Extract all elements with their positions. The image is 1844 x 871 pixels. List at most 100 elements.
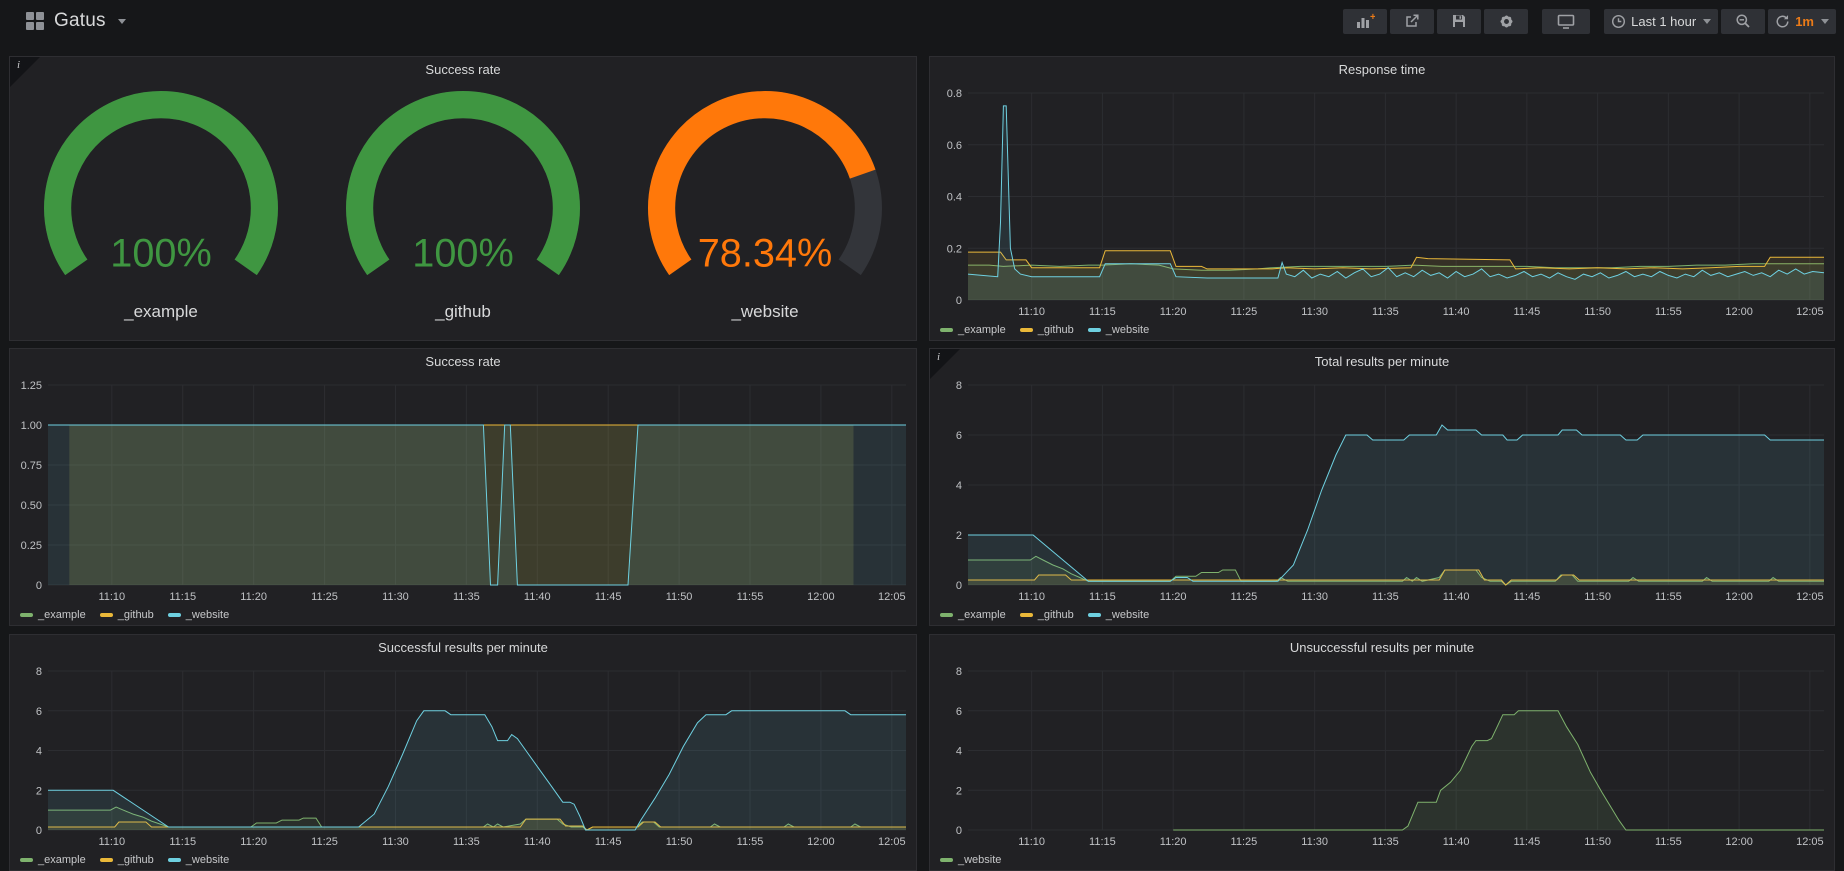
svg-text:11:20: 11:20: [1160, 591, 1187, 603]
svg-text:11:50: 11:50: [1584, 306, 1611, 318]
svg-text:8: 8: [956, 380, 962, 392]
svg-text:11:55: 11:55: [1655, 836, 1682, 848]
panel-response-time: Response time 00.20.40.60.811:1011:1511:…: [929, 56, 1835, 341]
svg-text:12:05: 12:05: [878, 836, 906, 848]
panel-title[interactable]: Unsuccessful results per minute: [930, 635, 1834, 661]
svg-text:0: 0: [36, 580, 42, 592]
svg-text:2: 2: [956, 785, 962, 797]
svg-text:12:00: 12:00: [807, 836, 835, 848]
chart-body: 0246811:1011:1511:2011:2511:3011:3511:40…: [10, 661, 916, 850]
dashboard-title[interactable]: Gatus: [54, 10, 106, 32]
svg-text:0.75: 0.75: [21, 460, 42, 472]
svg-text:2: 2: [956, 530, 962, 542]
svg-text:12:00: 12:00: [1725, 306, 1753, 318]
chart-unsuccessful-results-per-minute[interactable]: 0246811:1011:1511:2011:2511:3011:3511:40…: [930, 661, 1834, 850]
svg-text:11:35: 11:35: [1372, 591, 1399, 603]
gauge-arc: 78.34%: [624, 91, 906, 300]
svg-text:11:10: 11:10: [98, 591, 125, 603]
legend-label: _example: [958, 609, 1006, 621]
gauges-body: 100% _example 100%_github78.34%_website: [10, 83, 916, 340]
svg-text:12:00: 12:00: [1725, 836, 1753, 848]
svg-text:0: 0: [36, 825, 42, 837]
time-range-picker-button[interactable]: Last 1 hour: [1604, 9, 1718, 34]
dashboard-title-caret-icon[interactable]: [118, 19, 126, 24]
panel-title[interactable]: Successful results per minute: [10, 635, 916, 661]
svg-text:11:20: 11:20: [1160, 306, 1187, 318]
svg-text:11:15: 11:15: [169, 836, 196, 848]
svg-text:11:25: 11:25: [1231, 836, 1258, 848]
svg-text:11:10: 11:10: [1018, 306, 1045, 318]
gauge-label: _website: [731, 302, 798, 322]
refresh-caret-icon: [1821, 19, 1829, 24]
legend-item-_github[interactable]: _github: [1020, 324, 1074, 336]
chart-response-time[interactable]: 00.20.40.60.811:1011:1511:2011:2511:3011…: [930, 83, 1834, 320]
gauge-_github: 100%_github: [312, 83, 614, 340]
legend-item-_website[interactable]: _website: [1088, 324, 1149, 336]
legend-color-chip: [940, 613, 953, 617]
svg-text:11:50: 11:50: [1584, 836, 1611, 848]
svg-text:11:55: 11:55: [1655, 306, 1682, 318]
gauge-label: _example: [124, 302, 198, 322]
dashboard-settings-button[interactable]: [1484, 9, 1528, 34]
legend-item-_github[interactable]: _github: [1020, 609, 1074, 621]
legend-item-_github[interactable]: _github: [100, 854, 154, 866]
save-dashboard-button[interactable]: [1437, 9, 1481, 34]
chart-body: 00.20.40.60.811:1011:1511:2011:2511:3011…: [930, 83, 1834, 320]
time-range-caret-icon: [1703, 19, 1711, 24]
legend: _example _github _website: [930, 320, 1834, 340]
svg-text:11:45: 11:45: [595, 836, 622, 848]
chart-success-rate[interactable]: 00.250.500.751.001.2511:1011:1511:2011:2…: [10, 375, 916, 605]
legend-item-_example[interactable]: _example: [940, 324, 1006, 336]
svg-text:11:40: 11:40: [1443, 836, 1470, 848]
svg-text:11:15: 11:15: [1089, 591, 1116, 603]
panel-info-corner[interactable]: [930, 349, 960, 379]
legend-label: _website: [186, 609, 229, 621]
legend: _example _github _website: [10, 850, 916, 870]
zoom-out-time-range-button[interactable]: [1721, 9, 1765, 34]
panel-title[interactable]: Success rate: [10, 57, 916, 83]
svg-text:11:45: 11:45: [1514, 591, 1541, 603]
add-panel-button[interactable]: +: [1343, 9, 1387, 34]
legend-label: _github: [118, 609, 154, 621]
refresh-dashboard-button[interactable]: 1m: [1768, 9, 1836, 34]
gear-icon: [1498, 13, 1515, 30]
legend-item-_website[interactable]: _website: [168, 854, 229, 866]
series-_website: [968, 425, 1824, 585]
chart-total-results-per-minute[interactable]: 0246811:1011:1511:2011:2511:3011:3511:40…: [930, 375, 1834, 605]
svg-text:11:45: 11:45: [595, 591, 622, 603]
chart-body: 00.250.500.751.001.2511:1011:1511:2011:2…: [10, 375, 916, 605]
panel-success-rate-gauges: Success rate 100% _example 100%_github78.3…: [9, 56, 917, 341]
panel-unsuccessful-results: Unsuccessful results per minute 0246811:…: [929, 634, 1835, 871]
legend-item-_example[interactable]: _example: [20, 609, 86, 621]
legend-color-chip: [940, 328, 953, 332]
svg-text:6: 6: [956, 430, 962, 442]
panel-info-corner[interactable]: [10, 57, 40, 87]
svg-text:12:05: 12:05: [1796, 306, 1824, 318]
gauge-label: _github: [435, 302, 491, 322]
series-_website: [48, 711, 906, 830]
cycle-view-mode-button[interactable]: [1542, 9, 1590, 34]
legend-label: _website: [1106, 609, 1149, 621]
legend-item-_website[interactable]: _website: [1088, 609, 1149, 621]
svg-text:11:35: 11:35: [1372, 836, 1399, 848]
panel-title[interactable]: Total results per minute: [930, 349, 1834, 375]
legend-item-_github[interactable]: _github: [100, 609, 154, 621]
svg-text:8: 8: [956, 666, 962, 678]
svg-text:12:00: 12:00: [807, 591, 835, 603]
legend-item-_website[interactable]: _website: [940, 854, 1001, 866]
svg-text:1.00: 1.00: [21, 420, 42, 432]
legend-item-_example[interactable]: _example: [940, 609, 1006, 621]
svg-text:12:05: 12:05: [1796, 591, 1824, 603]
svg-text:11:25: 11:25: [1231, 306, 1258, 318]
svg-text:11:40: 11:40: [1443, 591, 1470, 603]
dashboards-grid-icon[interactable]: [26, 12, 44, 30]
panel-title[interactable]: Success rate: [10, 349, 916, 375]
gauge-value: 100%: [110, 232, 211, 276]
svg-text:11:10: 11:10: [1018, 836, 1045, 848]
series-_website: [48, 425, 906, 585]
chart-successful-results-per-minute[interactable]: 0246811:1011:1511:2011:2511:3011:3511:40…: [10, 661, 916, 850]
panel-title[interactable]: Response time: [930, 57, 1834, 83]
legend-item-_example[interactable]: _example: [20, 854, 86, 866]
legend-item-_website[interactable]: _website: [168, 609, 229, 621]
share-dashboard-button[interactable]: [1390, 9, 1434, 34]
